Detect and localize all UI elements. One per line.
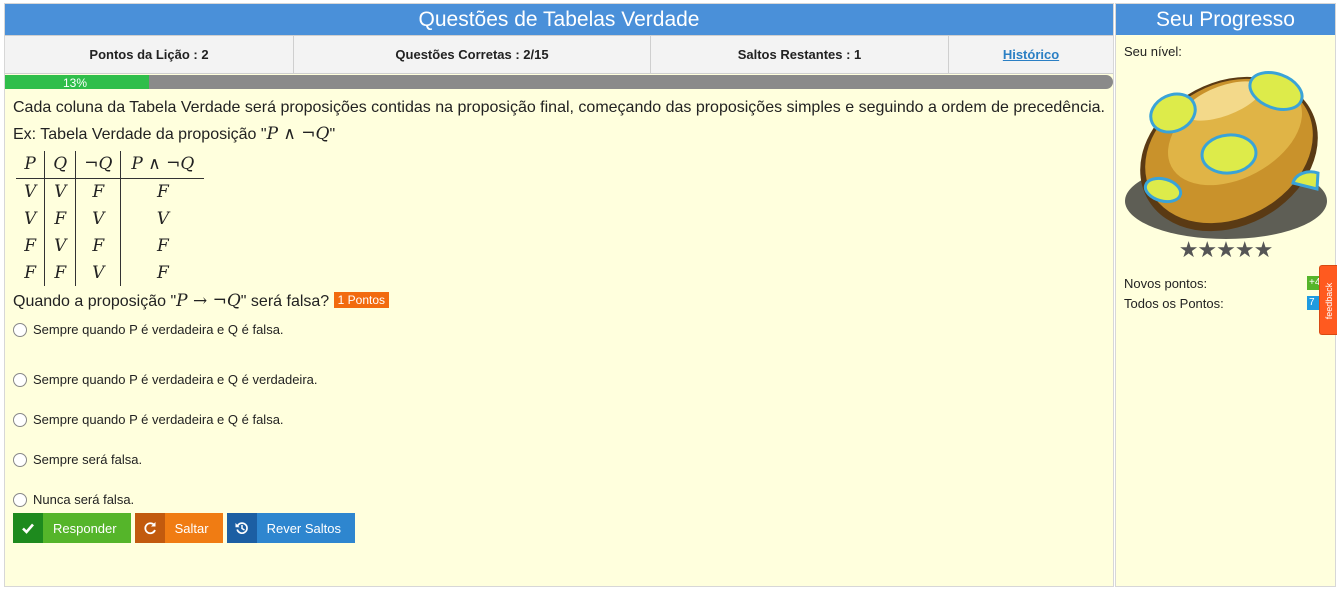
total-points-label: Todos os Pontos: xyxy=(1124,295,1224,311)
option-4[interactable]: Sempre será falsa. xyxy=(13,439,1105,479)
answer-button[interactable]: Responder xyxy=(13,513,131,543)
table-cell: F xyxy=(44,259,76,286)
question-prefix: Quando a proposição " xyxy=(13,293,177,310)
option-label: Sempre quando P é verdadeira e Q é falsa… xyxy=(33,321,284,337)
header-cell: P xyxy=(16,151,45,179)
option-radio[interactable] xyxy=(13,323,27,337)
feedback-label: feedback xyxy=(1324,282,1334,320)
example-formula: P ∧ ¬Q xyxy=(266,124,330,144)
option-radio[interactable] xyxy=(13,413,27,427)
redo-icon xyxy=(134,513,165,543)
option-radio[interactable] xyxy=(13,453,27,467)
new-points-row: Novos pontos: +4 xyxy=(1124,273,1331,293)
new-points-label: Novos pontos: xyxy=(1124,275,1208,291)
answer-button-label: Responder xyxy=(43,513,131,543)
option-radio[interactable] xyxy=(13,373,27,387)
progress-panel: Seu Progresso Seu nível: ★★★★★ Novos pon… xyxy=(1115,3,1336,587)
table-row: F V F F xyxy=(16,232,205,259)
header-cell: ¬Q xyxy=(75,151,121,179)
skip-button-label: Saltar xyxy=(164,513,223,543)
action-buttons: Responder Saltar Rever Saltos xyxy=(13,513,1105,543)
history-icon xyxy=(226,513,257,543)
check-icon xyxy=(13,513,43,543)
table-cell: F xyxy=(44,205,76,232)
table-cell: V xyxy=(75,205,121,232)
table-cell: V xyxy=(24,181,37,202)
level-egg-image xyxy=(1123,63,1329,243)
table-cell: F xyxy=(75,178,121,205)
option-label: Sempre quando P é verdadeira e Q é verda… xyxy=(33,371,318,387)
table-row: V V F F xyxy=(16,178,205,205)
history-cell: Histórico xyxy=(949,36,1113,73)
review-skips-button[interactable]: Rever Saltos xyxy=(226,513,355,543)
table-row: V F V V xyxy=(16,205,205,232)
skip-button[interactable]: Saltar xyxy=(134,513,223,543)
progress-label: 13% xyxy=(63,76,88,89)
correct-questions: Questões Corretas : 2/15 xyxy=(294,36,651,73)
intro-text: Cada coluna da Tabela Verdade será propo… xyxy=(13,99,1105,116)
lesson-panel: Questões de Tabelas Verdade Pontos da Li… xyxy=(4,3,1114,587)
truth-table: P Q ¬Q P ∧ ¬Q V V F F V F V V F V F F F … xyxy=(16,151,205,286)
header-cell: Q xyxy=(44,151,76,179)
lesson-points: Pontos da Lição : 2 xyxy=(5,36,294,73)
review-skips-label: Rever Saltos xyxy=(256,513,355,543)
table-cell: F xyxy=(120,232,205,259)
example-suffix: " xyxy=(329,126,336,143)
table-cell: V xyxy=(75,259,121,286)
table-cell: F xyxy=(24,262,37,283)
question-formula: P → ¬Q xyxy=(176,291,241,311)
question-text: Quando a proposição "P → ¬Q" será falsa?… xyxy=(13,288,1105,315)
example-prefix: Ex: Tabela Verdade da proposição " xyxy=(13,126,267,143)
table-cell: V xyxy=(24,208,37,229)
history-link[interactable]: Histórico xyxy=(1003,47,1059,62)
table-cell: V xyxy=(44,232,76,259)
skips-remaining: Saltos Restantes : 1 xyxy=(651,36,949,73)
option-radio[interactable] xyxy=(13,493,27,507)
table-row: F F V F xyxy=(16,259,205,286)
feedback-tab[interactable]: feedback xyxy=(1319,265,1337,335)
table-cell: V xyxy=(44,178,76,205)
option-label: Nunca será falsa. xyxy=(33,491,135,507)
table-cell: V xyxy=(120,205,205,232)
option-label: Sempre será falsa. xyxy=(33,451,143,467)
example-line: Ex: Tabela Verdade da proposição "P ∧ ¬Q… xyxy=(13,121,1105,148)
truth-table-header: P Q ¬Q P ∧ ¬Q xyxy=(16,151,205,179)
points-badge: 1 Pontos xyxy=(333,292,390,308)
option-2[interactable]: Sempre quando P é verdadeira e Q é verda… xyxy=(13,359,1105,399)
option-label: Sempre quando P é verdadeira e Q é falsa… xyxy=(33,411,284,427)
level-label: Seu nível: xyxy=(1124,44,1182,59)
table-cell: F xyxy=(24,235,37,256)
header-cell: P ∧ ¬Q xyxy=(120,151,205,179)
table-cell: F xyxy=(120,259,205,286)
table-cell: F xyxy=(120,178,205,205)
lesson-title: Questões de Tabelas Verdade xyxy=(5,4,1113,35)
progress-bar: 13% xyxy=(5,75,1113,89)
progress-title: Seu Progresso xyxy=(1116,4,1335,35)
option-3[interactable]: Sempre quando P é verdadeira e Q é falsa… xyxy=(13,399,1105,439)
question-suffix: " será falsa? xyxy=(240,293,330,310)
option-1[interactable]: Sempre quando P é verdadeira e Q é falsa… xyxy=(13,319,1105,339)
table-cell: F xyxy=(75,232,121,259)
answer-options: Sempre quando P é verdadeira e Q é falsa… xyxy=(13,319,1105,519)
lesson-content: Cada coluna da Tabela Verdade será propo… xyxy=(5,89,1113,543)
total-points-row: Todos os Pontos: 7 xyxy=(1124,293,1331,313)
stats-bar: Pontos da Lição : 2 Questões Corretas : … xyxy=(5,35,1113,74)
